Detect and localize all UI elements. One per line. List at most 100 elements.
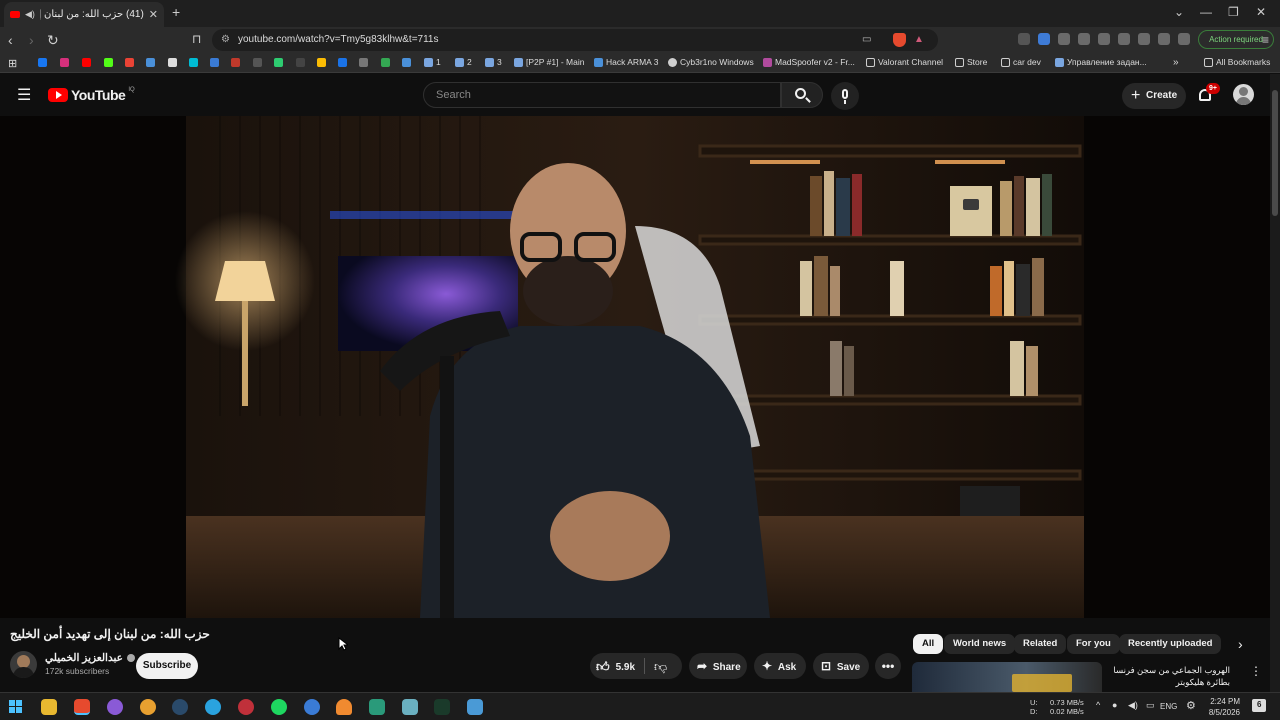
bookmark-icon-k[interactable] [402, 58, 411, 67]
tray-overflow-icon[interactable]: ^ [1096, 700, 1100, 710]
channel-avatar[interactable] [10, 651, 37, 678]
recommended-video-thumbnail[interactable] [912, 662, 1102, 692]
chip-related[interactable]: Related [1014, 634, 1067, 654]
brave-browser-icon[interactable] [74, 699, 90, 715]
app-icon-green[interactable] [434, 699, 450, 715]
network-tray-icon[interactable]: ▭ [1146, 700, 1155, 711]
address-bar[interactable]: ⚙ youtube.com/watch?v=Tmy5g83klhw&t=711s… [212, 29, 938, 51]
bookmark-icon-c[interactable] [189, 58, 198, 67]
bookmark-item[interactable]: MadSpoofer v2 - Fr... [763, 57, 855, 67]
youtube-logo[interactable]: YouTube IQ [48, 87, 135, 103]
file-explorer-icon[interactable] [41, 699, 57, 715]
channel-name[interactable]: عبدالعزيز الخميلي [45, 652, 123, 664]
extension-icon-1[interactable] [1018, 33, 1030, 45]
app-icon-teal[interactable] [402, 699, 418, 715]
bookmark-icon-h[interactable] [296, 58, 305, 67]
bookmark-icon-d[interactable] [210, 58, 219, 67]
discord-icon[interactable] [140, 699, 156, 715]
tab-search-icon[interactable]: ⌄ [1174, 5, 1184, 19]
bookmarks-overflow-icon[interactable]: » [1173, 57, 1179, 68]
cloud-app-icon[interactable] [336, 699, 352, 715]
search-input[interactable]: Search [423, 82, 781, 108]
bookmark-item[interactable]: Cyb3r1no Windows [668, 57, 754, 67]
menu-icon[interactable]: ≡ [1262, 33, 1269, 47]
bookmark-icon-a[interactable] [146, 58, 155, 67]
downloads-icon[interactable] [1078, 33, 1090, 45]
recommendation-menu-icon[interactable]: ⋮ [1250, 664, 1262, 678]
facebook-icon[interactable] [38, 58, 47, 67]
all-bookmarks-button[interactable]: All Bookmarks [1204, 57, 1270, 67]
notification-center-icon[interactable]: 6 [1252, 699, 1266, 712]
wallet-icon[interactable] [1138, 33, 1150, 45]
bookmark-item[interactable]: Hack ARMA 3 [594, 57, 658, 67]
voice-search-button[interactable] [831, 82, 859, 110]
brave-rewards-icon[interactable]: ▲ [914, 29, 924, 51]
minimize-icon[interactable]: — [1200, 5, 1212, 19]
video-player[interactable] [0, 116, 1270, 618]
extension-icon-2[interactable] [1038, 33, 1050, 45]
create-button[interactable]: + Create [1122, 83, 1186, 109]
vpn-icon[interactable] [1178, 33, 1190, 45]
apps-grid-icon[interactable]: ⊞ [8, 57, 17, 70]
save-button[interactable]: ⊡ Save [813, 653, 869, 679]
new-tab-icon[interactable]: + [172, 4, 180, 20]
bookmark-item[interactable]: 1 [424, 57, 441, 67]
chip-world-news[interactable]: World news [944, 634, 1016, 654]
gmail-icon[interactable] [125, 58, 134, 67]
bookmark-icon-g[interactable] [274, 58, 283, 67]
bookmark-item[interactable]: Store [955, 57, 987, 67]
subscribe-button[interactable]: Subscribe [136, 653, 198, 679]
app-icon-blue[interactable] [304, 699, 320, 715]
bookmark-icon-b[interactable] [168, 58, 177, 67]
recommended-video-title[interactable]: الهروب الجماعي من سجن فرنسا بطائرة هليكو… [1108, 664, 1230, 688]
speaker-tray-icon[interactable]: ◀) [1128, 700, 1138, 711]
instagram-icon[interactable] [60, 58, 69, 67]
restore-icon[interactable]: ❐ [1228, 5, 1239, 19]
bookmark-item[interactable]: 2 [455, 57, 472, 67]
google-drive-icon[interactable] [317, 58, 326, 67]
app-icon-lightblue[interactable] [467, 699, 483, 715]
bookmark-icon-i[interactable] [338, 58, 347, 67]
avatar[interactable] [1233, 84, 1254, 105]
bookmark-item[interactable]: [P2P #1] - Main [514, 57, 584, 67]
notifications-button[interactable]: 9+ [1196, 83, 1220, 106]
audio-playing-icon[interactable]: ◀) [25, 9, 35, 20]
chip-recently-uploaded[interactable]: Recently uploaded [1119, 634, 1222, 654]
scrollbar-thumb[interactable] [1272, 90, 1278, 216]
bookmark-icon-j[interactable] [359, 58, 368, 67]
ask-button[interactable]: ✦ Ask [754, 653, 806, 679]
chip-for-you[interactable]: For you [1067, 634, 1120, 654]
spotify-icon[interactable] [271, 699, 287, 715]
media-controls-icon[interactable] [1098, 33, 1110, 45]
chip-all[interactable]: All [913, 634, 944, 654]
page-scrollbar[interactable] [1270, 74, 1280, 694]
bookmark-item[interactable]: Valorant Channel [866, 57, 943, 67]
bookmark-icon-f[interactable] [253, 58, 262, 67]
messenger-icon[interactable] [107, 699, 123, 715]
app-icon-red[interactable] [238, 699, 254, 715]
gear-icon[interactable]: ⚙ [1186, 699, 1196, 712]
brave-shields-icon[interactable] [893, 33, 906, 47]
reload-icon[interactable]: ↻ [47, 32, 59, 49]
share-button[interactable]: ➦ Share [689, 653, 747, 679]
google-sheets-icon[interactable] [381, 58, 390, 67]
forward-icon[interactable]: › [29, 32, 34, 48]
settings-app-icon[interactable] [369, 699, 385, 715]
bookmark-icon-e[interactable] [231, 58, 240, 67]
steam-icon[interactable] [172, 699, 188, 715]
windows-start-icon[interactable] [8, 699, 24, 715]
bookmark-item[interactable]: 3 [485, 57, 502, 67]
leo-ai-icon[interactable] [1158, 33, 1170, 45]
clock[interactable]: 2:24 PM 8/5/2026 [1204, 696, 1240, 718]
sidebar-icon[interactable] [1118, 33, 1130, 45]
bookmark-item[interactable]: car dev [1001, 57, 1041, 67]
cast-icon[interactable]: ▭ [862, 29, 871, 51]
back-icon[interactable]: ‹ [8, 32, 13, 48]
dislike-button[interactable]: 👎︎ [654, 659, 667, 675]
telegram-icon[interactable] [205, 699, 221, 715]
browser-tab[interactable]: ◀) (41) حزب الله: من لبنان إلى تهد ✕ [4, 2, 164, 27]
search-button[interactable] [781, 82, 823, 108]
tab-close-icon[interactable]: ✕ [149, 8, 158, 21]
kick-icon[interactable] [104, 58, 113, 67]
more-actions-button[interactable]: ••• [875, 653, 901, 679]
